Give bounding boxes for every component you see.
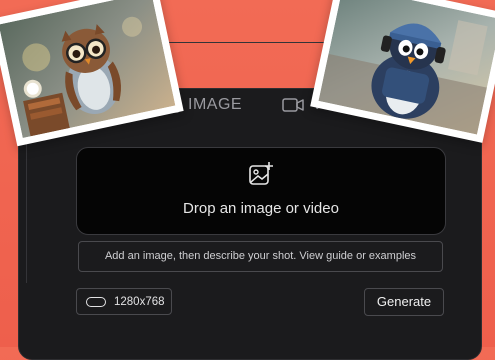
dropzone[interactable]: Drop an image or video bbox=[76, 147, 446, 235]
size-button[interactable]: 1280x768 bbox=[76, 288, 172, 315]
video-camera-icon bbox=[282, 98, 304, 112]
owl-with-glasses-image bbox=[0, 0, 175, 138]
tab-image-label: IMAGE bbox=[188, 96, 242, 114]
aspect-ratio-icon bbox=[86, 297, 106, 307]
prompt-input[interactable]: Add an image, then describe your shot. V… bbox=[78, 241, 443, 272]
size-label: 1280x768 bbox=[114, 296, 165, 308]
image-plus-icon bbox=[248, 161, 274, 192]
dropzone-label: Drop an image or video bbox=[183, 200, 339, 217]
generate-button[interactable]: Generate bbox=[364, 288, 444, 316]
